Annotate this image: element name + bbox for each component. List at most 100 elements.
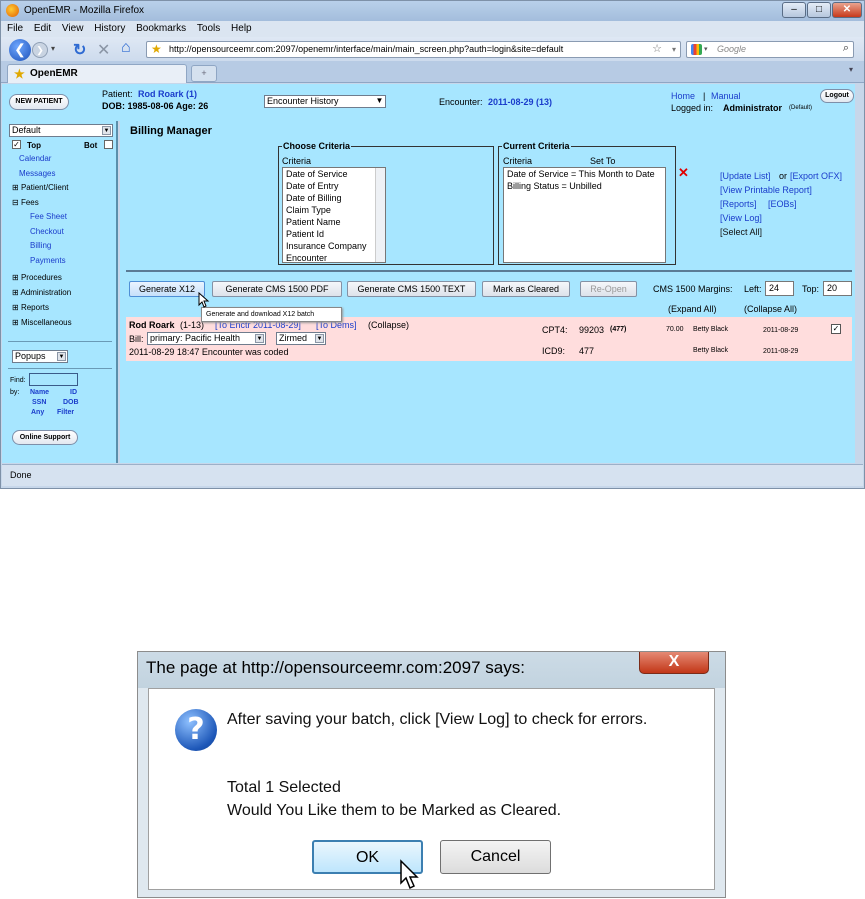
manual-link[interactable]: Manual [711, 91, 741, 101]
line-select-checkbox[interactable]: ✓ [831, 324, 841, 334]
current-criteria-list[interactable]: Date of Service = This Month to Date Bil… [503, 167, 666, 263]
criteria-scrollbar[interactable] [375, 168, 385, 262]
nav-checkout[interactable]: Checkout [30, 227, 64, 236]
tab-list-icon[interactable]: ▾ [849, 65, 853, 74]
find-by-ssn[interactable]: SSN [32, 399, 46, 406]
tab-bar: ★ OpenEMR + ▾ [1, 61, 864, 83]
find-by-any[interactable]: Any [31, 409, 44, 416]
eobs-link[interactable]: [EOBs] [768, 199, 797, 209]
encounter-history-select[interactable]: Encounter History ▼ [264, 95, 386, 108]
magnifier-icon[interactable]: ⌕ [843, 41, 849, 56]
menu-tools[interactable]: Tools [197, 23, 220, 34]
popups-select[interactable]: Popups ▼ [12, 350, 68, 363]
nav-billing[interactable]: Billing [30, 241, 51, 250]
view-printable-report-link[interactable]: [View Printable Report] [720, 185, 812, 195]
url-dropdown-icon[interactable]: ▾ [672, 42, 676, 57]
nav-fee-sheet[interactable]: Fee Sheet [30, 212, 67, 221]
view-log-link[interactable]: [View Log] [720, 213, 762, 223]
record-collapse-link[interactable]: (Collapse) [368, 320, 409, 330]
bill-payer-select[interactable]: primary: Pacific Health ▼ [147, 332, 266, 345]
cancel-button[interactable]: Cancel [440, 840, 551, 874]
criteria-list[interactable]: Date of Service Date of Entry Date of Bi… [282, 167, 386, 263]
criteria-option[interactable]: Date of Service [286, 168, 385, 180]
online-support-button[interactable]: Online Support [12, 430, 78, 445]
patient-name-link[interactable]: Rod Roark (1) [138, 89, 197, 99]
find-by-id[interactable]: ID [70, 389, 77, 396]
menu-edit[interactable]: Edit [34, 23, 51, 34]
history-dropdown-icon[interactable]: ▾ [51, 44, 55, 53]
criteria-option[interactable]: Date of Billing [286, 192, 385, 204]
line-code: 477 [579, 346, 595, 356]
home-link[interactable]: Home [671, 91, 695, 101]
nav-patient-client[interactable]: ⊞ Patient/Client [12, 183, 69, 192]
nav-reports[interactable]: ⊞ Reports [12, 303, 49, 312]
top-margin-input[interactable]: 20 [823, 281, 852, 296]
line-provider: Betty Black [693, 326, 729, 333]
criteria-option[interactable]: Patient Name [286, 216, 385, 228]
back-button[interactable]: ❮ [9, 39, 31, 61]
top-checkbox[interactable]: ✓ [12, 140, 21, 149]
new-tab-button[interactable]: + [191, 65, 217, 82]
find-input[interactable] [29, 373, 78, 386]
generate-x12-button[interactable]: Generate X12 [129, 281, 205, 297]
menu-file[interactable]: File [7, 23, 23, 34]
maximize-button[interactable]: □ [807, 2, 831, 18]
reopen-button[interactable]: Re-Open [580, 281, 637, 297]
mark-as-cleared-button[interactable]: Mark as Cleared [482, 281, 570, 297]
tab-openemr[interactable]: ★ OpenEMR [7, 64, 187, 83]
find-filter[interactable]: Filter [57, 409, 74, 416]
forward-button[interactable]: ❯ [32, 42, 48, 58]
bot-checkbox[interactable] [104, 140, 113, 149]
line-type: ICD9: [542, 346, 566, 356]
generate-cms-pdf-button[interactable]: Generate CMS 1500 PDF [212, 281, 342, 297]
stop-icon[interactable]: ✕ [97, 40, 110, 60]
encounter-link[interactable]: 2011-08-29 (13) [488, 97, 552, 107]
current-criteria-item[interactable]: Date of Service = This Month to Date [507, 168, 665, 180]
dialog-close-button[interactable]: X [639, 652, 709, 674]
left-margin-input[interactable]: 24 [765, 281, 794, 296]
current-criteria-col2: Set To [590, 156, 616, 166]
choose-criteria-legend: Choose Criteria [283, 141, 351, 151]
nav-miscellaneous[interactable]: ⊞ Miscellaneous [12, 318, 72, 327]
x12-partner-select[interactable]: Zirmed ▼ [276, 332, 326, 345]
criteria-option[interactable]: Patient Id [286, 228, 385, 240]
frame-layout-select[interactable]: Default ▼ [9, 124, 113, 137]
reload-icon[interactable]: ↻ [73, 40, 86, 60]
title-bar: OpenEMR - Mozilla Firefox – □ ✕ [1, 1, 864, 21]
close-window-button[interactable]: ✕ [832, 2, 862, 18]
collapse-all-link[interactable]: (Collapse All) [744, 304, 797, 314]
menu-history[interactable]: History [94, 23, 125, 34]
bot-label: Bot [84, 141, 98, 150]
reports-link[interactable]: [Reports] [720, 199, 757, 209]
bookmark-star-icon[interactable]: ☆ [652, 42, 662, 57]
logout-button[interactable]: Logout [820, 89, 854, 103]
nav-calendar[interactable]: Calendar [19, 154, 51, 163]
menu-help[interactable]: Help [231, 23, 252, 34]
find-by-name[interactable]: Name [30, 389, 49, 396]
nav-fees[interactable]: ⊟ Fees [12, 198, 39, 207]
engine-dropdown-icon[interactable]: ▾ [704, 42, 708, 57]
select-all-link[interactable]: [Select All] [720, 227, 762, 237]
update-list-link[interactable]: [Update List] [720, 171, 771, 181]
nav-payments[interactable]: Payments [30, 256, 66, 265]
criteria-option[interactable]: Date of Entry [286, 180, 385, 192]
search-input[interactable]: ▾ Google ⌕ [686, 41, 854, 58]
find-by-dob[interactable]: DOB [63, 399, 79, 406]
generate-cms-text-button[interactable]: Generate CMS 1500 TEXT [347, 281, 476, 297]
export-ofx-link[interactable]: [Export OFX] [790, 171, 842, 181]
criteria-option[interactable]: Encounter [286, 252, 385, 264]
menu-view[interactable]: View [62, 23, 84, 34]
home-icon[interactable]: ⌂ [121, 39, 131, 57]
minimize-button[interactable]: – [782, 2, 806, 18]
criteria-option[interactable]: Insurance Company [286, 240, 385, 252]
url-bar[interactable]: ★ http://opensourceemr.com:2097/openemr/… [146, 41, 681, 58]
menu-bookmarks[interactable]: Bookmarks [136, 23, 186, 34]
remove-criteria-icon[interactable]: ✕ [678, 165, 689, 181]
nav-messages[interactable]: Messages [19, 169, 55, 178]
nav-procedures[interactable]: ⊞ Procedures [12, 273, 62, 282]
criteria-option[interactable]: Claim Type [286, 204, 385, 216]
new-patient-button[interactable]: NEW PATIENT [9, 94, 69, 110]
current-criteria-item[interactable]: Billing Status = Unbilled [507, 180, 665, 192]
nav-administration[interactable]: ⊞ Administration [12, 288, 71, 297]
expand-all-link[interactable]: (Expand All) [668, 304, 717, 314]
